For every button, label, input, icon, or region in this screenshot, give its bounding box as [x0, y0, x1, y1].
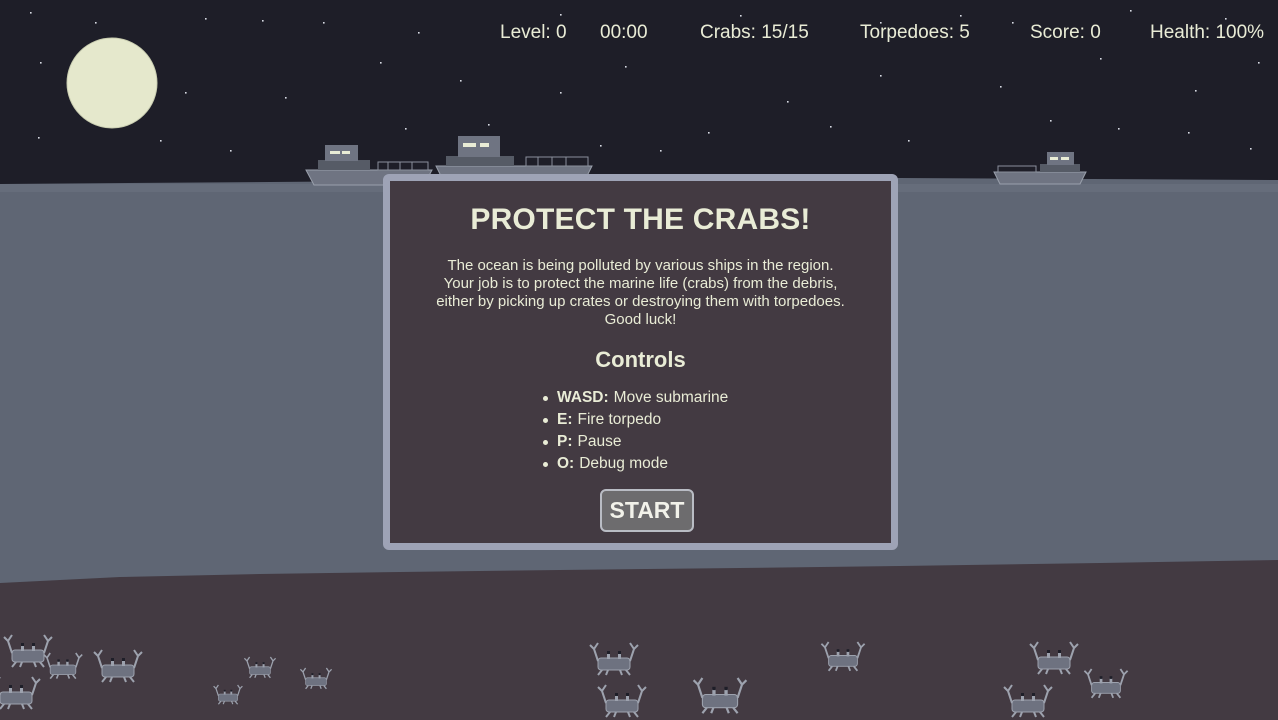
hud-timer: 00:00 — [600, 22, 648, 43]
start-button[interactable]: START — [600, 489, 694, 532]
control-item: O: Debug mode — [542, 453, 891, 475]
hud-crabs: Crabs: 15/15 — [700, 22, 809, 43]
controls-list: WASD: Move submarine E: Fire torpedo P: Pau… — [542, 387, 891, 475]
hud-health: Health: 100% — [1150, 22, 1265, 43]
control-item: P: Pause — [542, 431, 891, 453]
star — [1050, 120, 1052, 122]
star — [1100, 58, 1102, 60]
star — [600, 145, 602, 147]
control-action: Fire torpedo — [577, 411, 662, 428]
hud-level: Level: 0 — [500, 22, 567, 43]
control-action: Move submarine — [613, 389, 729, 406]
star — [1130, 10, 1132, 12]
star — [230, 150, 232, 152]
star — [740, 15, 742, 17]
star — [560, 14, 562, 16]
star — [380, 62, 382, 64]
star — [560, 92, 562, 94]
star — [30, 12, 32, 14]
star — [160, 140, 162, 142]
star — [1000, 86, 1002, 88]
star — [830, 126, 832, 128]
control-key: E: — [557, 411, 573, 428]
hud-score: Score: 0 — [1030, 22, 1101, 43]
star — [1012, 22, 1014, 24]
star — [185, 92, 187, 94]
star — [95, 22, 97, 24]
control-key: WASD: — [557, 389, 609, 406]
star — [908, 140, 910, 142]
star — [660, 150, 662, 152]
hud-torpedoes: Torpedoes: 5 — [860, 22, 970, 43]
star — [323, 22, 325, 24]
star — [960, 15, 962, 17]
star — [1225, 18, 1227, 20]
star — [880, 75, 882, 77]
seabed — [0, 560, 1278, 720]
control-key: O: — [557, 455, 575, 472]
control-item: E: Fire torpedo — [542, 409, 891, 431]
star — [1258, 62, 1260, 64]
intro-line: either by picking up crates or destroyin… — [436, 293, 845, 310]
star — [262, 20, 264, 22]
intro-line: Good luck! — [604, 311, 677, 328]
star — [405, 128, 407, 130]
intro-line: Your job is to protect the marine life (… — [443, 275, 838, 292]
star — [40, 62, 42, 64]
dialog-title: PROTECT THE CRABS! — [470, 203, 811, 236]
star — [418, 32, 420, 34]
star — [787, 101, 789, 103]
intro-line: The ocean is being polluted by various s… — [447, 257, 834, 274]
star — [1250, 148, 1252, 150]
controls-title: Controls — [595, 347, 686, 372]
control-action: Debug mode — [579, 455, 668, 472]
star — [285, 97, 287, 99]
control-action: Pause — [577, 433, 622, 450]
star — [708, 132, 710, 134]
moon — [66, 37, 158, 129]
star — [460, 80, 462, 82]
control-item: WASD: Move submarine — [542, 387, 891, 409]
start-dialog: PROTECT THE CRABS! The ocean is being po… — [383, 174, 898, 550]
star — [1118, 128, 1120, 130]
star — [205, 18, 207, 20]
intro-text: The ocean is being polluted by various s… — [406, 257, 876, 329]
control-key: P: — [557, 433, 573, 450]
star — [38, 137, 40, 139]
star — [1195, 90, 1197, 92]
star — [488, 124, 490, 126]
star — [1188, 132, 1190, 134]
star — [625, 66, 627, 68]
